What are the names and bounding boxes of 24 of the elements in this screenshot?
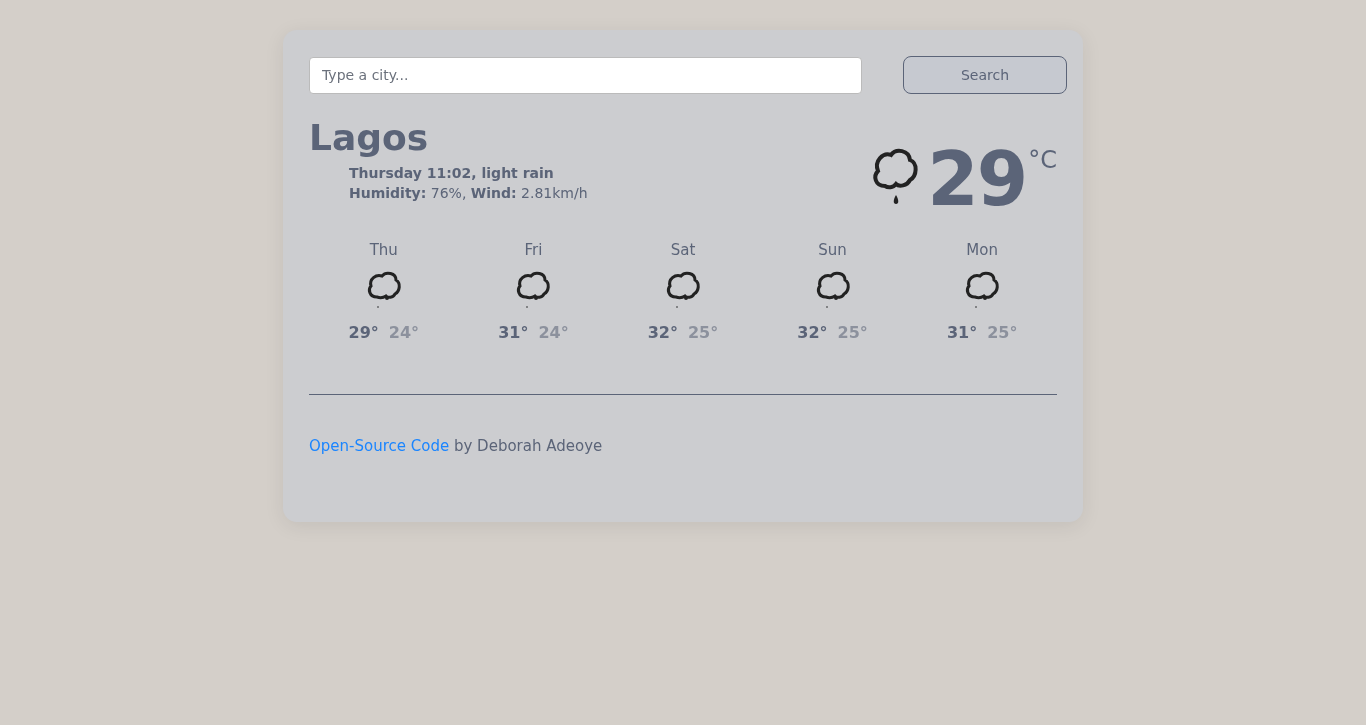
max-temperature: 31° <box>498 322 529 342</box>
min-temperature: 25° <box>688 322 719 342</box>
max-temperature: 31° <box>946 322 978 342</box>
forecast-day: Mon <box>966 240 998 259</box>
forecast-day: Thu <box>369 240 398 259</box>
max-temperature: 32° <box>647 322 678 342</box>
max-temperature: 29° <box>348 322 379 342</box>
min-temperature: 24° <box>388 322 420 342</box>
temperature: 29 <box>927 146 1027 213</box>
forecast-day: Sat <box>670 240 696 259</box>
forecast-day: Sun <box>818 240 847 259</box>
city-name: Lagos <box>309 116 430 160</box>
min-temperature: 24° <box>538 322 569 342</box>
min-temperature: 25° <box>987 322 1018 342</box>
source-code-link[interactable]: Open-Source Code <box>309 436 450 455</box>
weather-details: Humidity: 76%, Wind: 2.81km/h <box>349 185 588 202</box>
max-temperature: 32° <box>797 322 828 342</box>
footer-text: Open-Source Code by Deborah Adeoye <box>309 436 604 455</box>
min-temperature: 25° <box>837 322 868 342</box>
forecast-day: Fri <box>524 240 543 259</box>
temperature-unit: °C <box>1028 146 1057 174</box>
search-button[interactable]: Search <box>903 56 1067 94</box>
weather-description: Thursday 11:02, light rain <box>349 165 555 182</box>
search-field[interactable]: Type a city... <box>309 56 862 94</box>
